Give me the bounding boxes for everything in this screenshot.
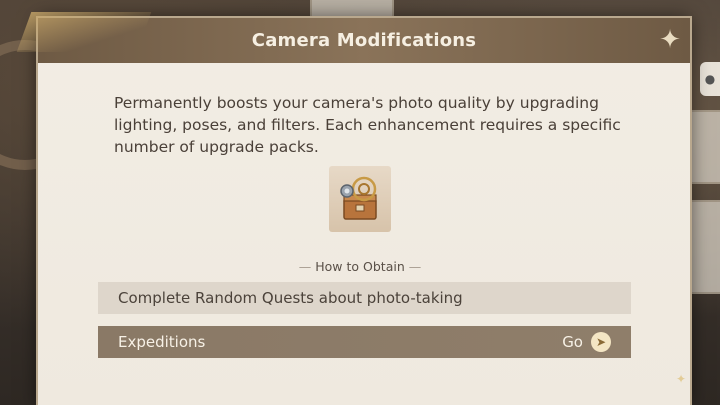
header-leaf-ornament	[16, 12, 152, 52]
item-description: Permanently boosts your camera's photo q…	[114, 94, 621, 156]
obtain-source-label: Complete Random Quests about photo-takin…	[118, 289, 463, 307]
how-to-obtain-heading: — How to Obtain —	[298, 259, 422, 274]
obtain-source-label: Expeditions	[118, 333, 206, 351]
camera-upgrade-pack-icon	[340, 176, 377, 220]
how-to-obtain-label: How to Obtain	[315, 259, 405, 274]
dialog-title: Camera Modifications	[251, 30, 477, 51]
side-user-icon[interactable]: ●	[700, 62, 720, 96]
item-thumbnail	[329, 166, 391, 232]
dialog-header: Camera Modifications ✦	[16, 12, 690, 63]
obtain-source-expeditions[interactable]: Expeditions Go ➤	[98, 326, 631, 358]
go-button[interactable]: Go ➤	[562, 332, 611, 352]
background-photo-frame	[690, 110, 720, 184]
sparkle-icon: ✦	[676, 372, 687, 386]
close-star-icon[interactable]: ✦	[656, 26, 684, 54]
obtain-source-quests: Complete Random Quests about photo-takin…	[98, 282, 631, 314]
go-button-label: Go	[562, 333, 583, 351]
arrow-right-circle-icon: ➤	[591, 332, 611, 352]
background-photo-frame	[690, 200, 720, 294]
